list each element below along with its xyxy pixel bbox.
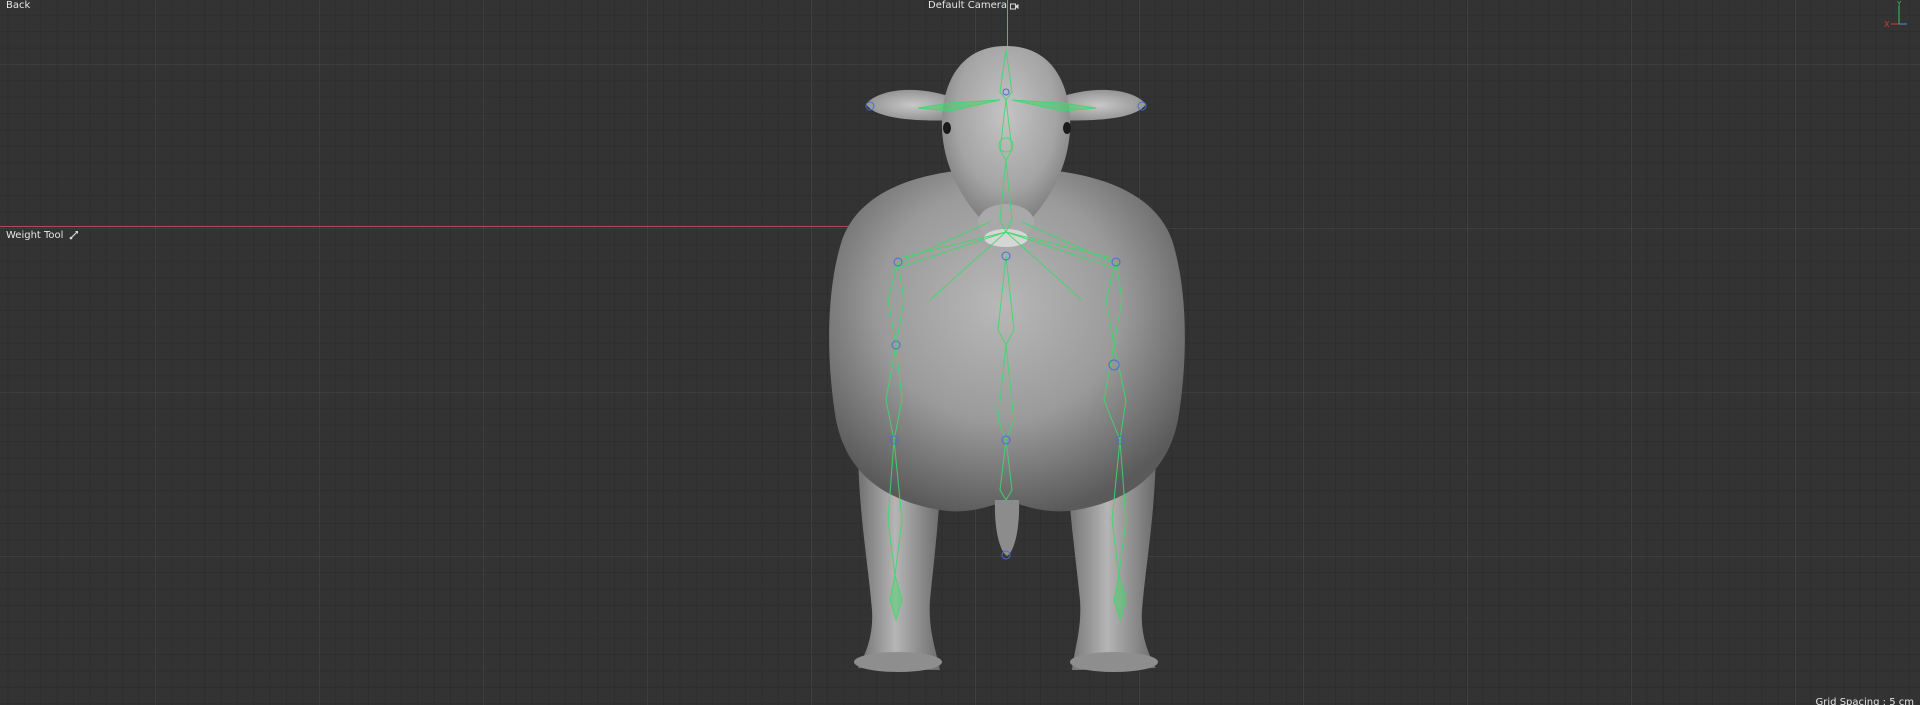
- 3d-viewport[interactable]: Back Default Camera Weight Tool Y X Grid…: [0, 0, 1920, 705]
- camera-label-text: Default Camera: [928, 0, 1007, 11]
- weight-paint-icon: [69, 230, 79, 240]
- grid-spacing-readout: Grid Spacing : 5 cm: [1815, 697, 1914, 705]
- gizmo-x-label: X: [1884, 20, 1890, 29]
- camera-selector[interactable]: Default Camera: [928, 0, 1019, 12]
- tool-name: Weight Tool: [6, 230, 64, 241]
- active-tool-label: Weight Tool: [6, 230, 79, 242]
- camera-icon: [1009, 2, 1019, 9]
- axis-gizmo[interactable]: Y X: [1880, 0, 1920, 34]
- gizmo-y-label: Y: [1896, 0, 1902, 8]
- sheep-model-with-skeleton[interactable]: [0, 0, 1920, 705]
- back-button[interactable]: Back: [6, 0, 30, 12]
